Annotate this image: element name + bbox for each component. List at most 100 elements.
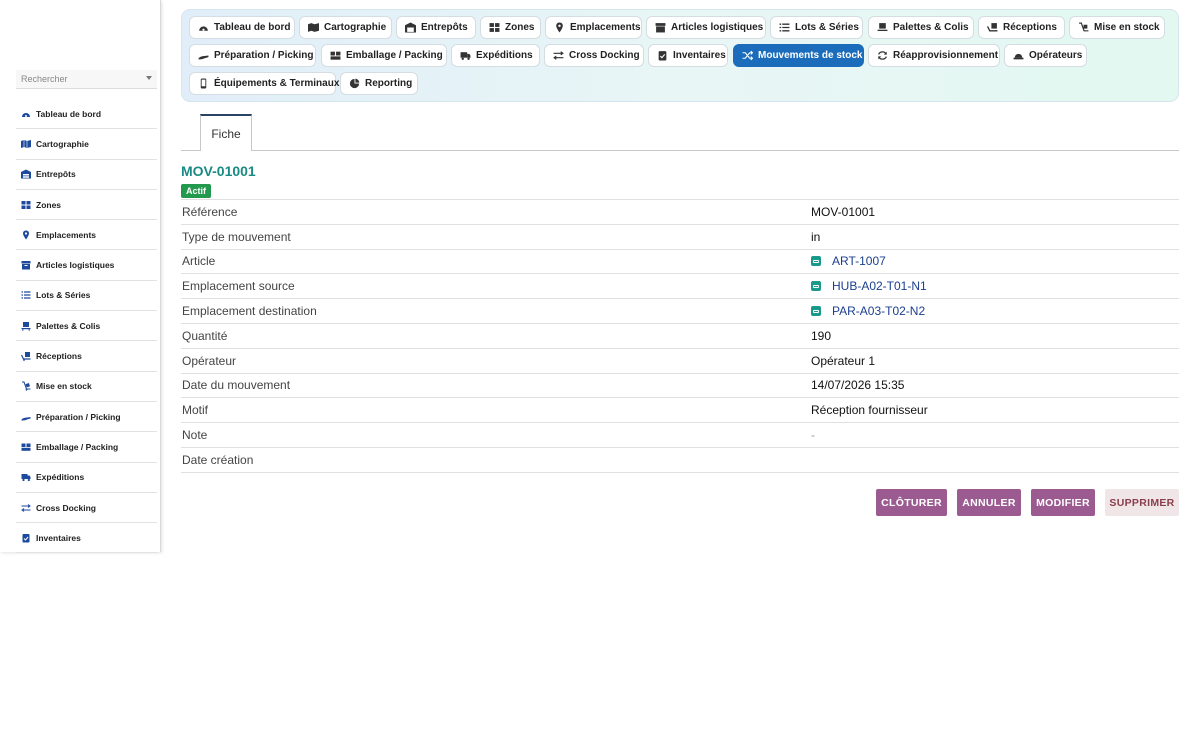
grid-icon [21, 200, 31, 210]
sidebar-item-cross-docking[interactable]: Cross Docking [16, 493, 157, 524]
field-value: Opérateur 1 [811, 353, 876, 368]
sidebar-item-lots-series[interactable]: Lots & Séries [16, 281, 157, 312]
sidebar-item-receptions[interactable]: Réceptions [16, 341, 157, 372]
sidebar-item-label: Lots & Séries [36, 290, 91, 301]
nav-entrepots[interactable]: Entrepôts [396, 16, 476, 39]
nav-emplacements[interactable]: Emplacements [545, 16, 642, 39]
nav-mouvements-de-stock[interactable]: Mouvements de stock [733, 44, 864, 67]
article-link[interactable]: ART-1007 [811, 254, 886, 268]
pallet-icon [877, 22, 888, 33]
truck-icon [21, 472, 31, 482]
nav-label: Mouvements de stock [758, 50, 863, 61]
nav-label: Emplacements [570, 22, 641, 33]
hand-icon [21, 412, 31, 422]
sidebar-item-expeditions[interactable]: Expéditions [16, 463, 157, 493]
archive-icon [655, 22, 666, 33]
emplacement-destination-link[interactable]: PAR-A03-T02-N2 [811, 304, 925, 318]
sidebar-item-preparation-picking[interactable]: Préparation / Picking [16, 402, 157, 433]
field-label: Article [182, 254, 216, 269]
nav-tableau-de-bord[interactable]: Tableau de bord [189, 16, 295, 39]
sidebar-item-label: Palettes & Colis [36, 320, 101, 331]
nav-operateurs[interactable]: Opérateurs [1004, 44, 1087, 67]
pallet-icon [21, 321, 31, 331]
nav-emballage-packing[interactable]: Emballage / Packing [321, 44, 447, 67]
sidebar-item-inventaires[interactable]: Inventaires [16, 523, 157, 554]
field-label: Motif [182, 403, 209, 418]
nav-label: Cross Docking [569, 50, 640, 61]
boxes-icon [21, 442, 31, 452]
field-row-note: Note - [181, 423, 1179, 448]
field-label: Note [182, 428, 208, 443]
field-label: Référence [182, 204, 238, 219]
field-value: ART-1007 [832, 254, 886, 269]
nav-label: Mise en stock [1094, 22, 1160, 33]
sidebar-item-articles-logistiques[interactable]: Articles logistiques [16, 250, 157, 281]
field-row-date-du-mouvement: Date du mouvement 14/07/2026 15:35 [181, 374, 1179, 399]
nav-inventaires[interactable]: Inventaires [648, 44, 728, 67]
nav-label: Entrepôts [421, 22, 468, 33]
search-select[interactable]: Rechercher [16, 70, 157, 89]
nav-equipements-terminaux[interactable]: Équipements & Terminaux [189, 72, 339, 95]
sidebar-item-emballage-packing[interactable]: Emballage / Packing [16, 432, 157, 463]
field-value: Réception fournisseur [811, 403, 928, 418]
sidebar-item-mise-en-stock[interactable]: Mise en stock [16, 372, 157, 402]
archive-icon [21, 260, 31, 270]
sidebar-item-palettes-colis[interactable]: Palettes & Colis [16, 311, 157, 342]
nav-articles-logistiques[interactable]: Articles logistiques [646, 16, 766, 39]
field-row-motif: Motif Réception fournisseur [181, 398, 1179, 424]
field-row-emplacement-source: Emplacement source HUB-A02-T01-N1 [181, 274, 1179, 300]
nav-preparation-picking[interactable]: Préparation / Picking [189, 44, 316, 67]
nav-label: Préparation / Picking [214, 50, 314, 61]
field-label: Emplacement source [182, 279, 295, 294]
sidebar-item-label: Emballage / Packing [36, 441, 119, 452]
nav-expeditions[interactable]: Expéditions [451, 44, 540, 67]
annuler-button[interactable]: ANNULER [957, 489, 1021, 516]
nav-reporting[interactable]: Reporting [340, 72, 418, 95]
search-placeholder: Rechercher [21, 74, 68, 84]
tab-fiche[interactable]: Fiche [200, 114, 252, 151]
supprimer-button[interactable]: SUPPRIMER [1105, 489, 1179, 516]
modifier-button[interactable]: MODIFIER [1031, 489, 1095, 516]
field-label: Type de mouvement [182, 229, 291, 244]
sidebar-item-label: Articles logistiques [36, 260, 115, 271]
cloturer-button[interactable]: CLÔTURER [876, 489, 947, 516]
nav-mise-en-stock[interactable]: Mise en stock [1069, 16, 1165, 39]
nav-zones[interactable]: Zones [480, 16, 541, 39]
nav-palettes-colis[interactable]: Palettes & Colis [868, 16, 974, 39]
emplacement-source-link[interactable]: HUB-A02-T01-N1 [811, 279, 927, 293]
sidebar-item-entrepots[interactable]: Entrepôts [16, 160, 157, 190]
sidebar-item-zones[interactable]: Zones [16, 190, 157, 221]
nav-lots-series[interactable]: Lots & Séries [770, 16, 863, 39]
map-icon [308, 22, 319, 33]
map-icon [21, 139, 31, 149]
record-link-icon [811, 281, 821, 292]
field-row-date-creation: Date création [181, 448, 1179, 473]
nav-label: Réceptions [1003, 22, 1057, 33]
sidebar-item-tableau-de-bord[interactable]: Tableau de bord [16, 99, 157, 130]
sidebar: Rechercher Tableau de bord Cartographie … [0, 0, 161, 554]
nav-cross-docking[interactable]: Cross Docking [544, 44, 644, 67]
nav-label: Tableau de bord [214, 22, 291, 33]
sidebar-item-cartographie[interactable]: Cartographie [16, 129, 157, 160]
record-title: MOV-01001 [181, 163, 256, 179]
nav-label: Cartographie [324, 22, 387, 33]
sidebar-item-label: Réceptions [36, 351, 82, 362]
field-label: Quantité [182, 328, 228, 343]
nav-cartographie[interactable]: Cartographie [299, 16, 392, 39]
nav-reapprovisionnement[interactable]: Réapprovisionnement [868, 44, 1000, 67]
grid-icon [489, 22, 500, 33]
field-row-type-de-mouvement: Type de mouvement in [181, 225, 1179, 250]
field-row-article: Article ART-1007 [181, 250, 1179, 275]
nav-label: Lots & Séries [795, 22, 859, 33]
sidebar-item-label: Mise en stock [36, 381, 92, 392]
refresh-icon [877, 50, 888, 61]
caret-down-icon[interactable] [146, 76, 152, 80]
field-row-emplacement-destination: Emplacement destination PAR-A03-T02-N2 [181, 299, 1179, 324]
nav-receptions[interactable]: Réceptions [978, 16, 1065, 39]
nav-label: Palettes & Colis [893, 22, 969, 33]
pie-chart-icon [349, 78, 360, 89]
dolly-icon [1078, 22, 1089, 33]
field-label: Emplacement destination [182, 304, 317, 319]
map-pin-icon [554, 22, 565, 33]
sidebar-item-emplacements[interactable]: Emplacements [16, 220, 157, 251]
